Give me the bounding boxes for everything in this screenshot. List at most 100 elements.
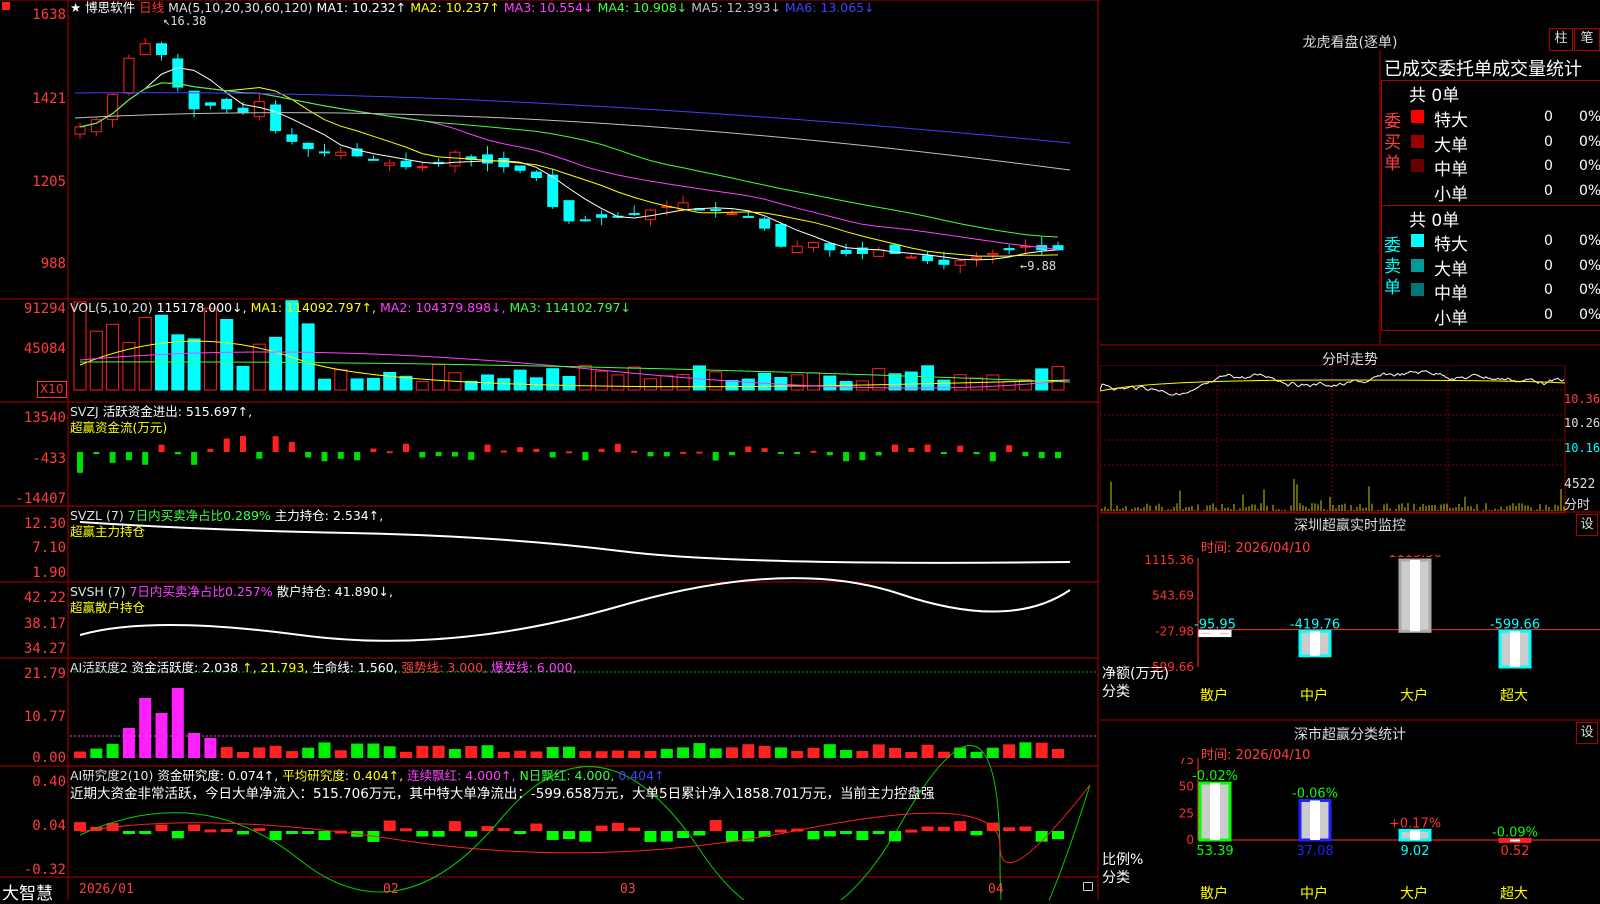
volume-bar (366, 377, 380, 391)
header-segment: SVSH (7) (70, 584, 130, 599)
ai-active-bar (1003, 744, 1016, 758)
ai-research-y-label: -0.32 (23, 862, 66, 878)
ai-active-bar (220, 747, 233, 758)
svzj-bar (875, 452, 882, 456)
ai-active-bar (416, 745, 429, 758)
volume-bar (741, 378, 755, 391)
ai-active-bar (563, 746, 575, 758)
svzj-bar (1006, 445, 1013, 452)
svzj-bars (77, 436, 1061, 473)
header-segment: SVZL (7) (70, 508, 128, 523)
svzj-bar (109, 452, 116, 463)
header-segment: 散户持仓: 41.890↓, (276, 584, 393, 599)
volume-bar (203, 307, 217, 391)
ai-active-bar (889, 748, 901, 758)
svsh-header: SVSH (7) 7日内买卖净占比0.257% 散户持仓: 41.890↓, (70, 584, 393, 600)
svzj-bar (1022, 452, 1029, 457)
svzj-bar (451, 452, 458, 457)
svzj-bar (549, 452, 556, 458)
ai-research-bar (856, 831, 869, 840)
candle-body (922, 255, 934, 262)
header-segment: 资金活跃度: 2.038 (131, 660, 243, 675)
svzj-bar (158, 444, 165, 452)
candle-body (74, 126, 86, 135)
chart-canvas[interactable] (0, 0, 1100, 900)
ai-active-bar (351, 743, 364, 758)
ai-active-bar (139, 698, 152, 758)
right-panel-frame (1100, 50, 1600, 721)
svzj-bar (761, 448, 768, 452)
header-segment: MA6: 13.065↓ (784, 0, 875, 15)
ai-active-bar (481, 745, 494, 758)
candle-body (791, 245, 803, 254)
candle-body (775, 223, 787, 247)
ai-research-bar (432, 831, 445, 837)
candle-body (628, 213, 640, 216)
ai-research-bar (318, 831, 331, 841)
volume-bar (807, 372, 820, 391)
ai-active-bar (253, 747, 266, 758)
ai-active-bar (856, 750, 869, 758)
svzj-bar (810, 450, 817, 453)
candle-body (204, 102, 216, 106)
ai-active-bar (921, 744, 934, 758)
candle-body (808, 242, 819, 248)
svzj-y-label: -433 (32, 451, 66, 467)
ai-active-y-label: 10.77 (23, 709, 66, 725)
candle-body (482, 154, 493, 164)
ai-research-bar (1003, 827, 1016, 831)
header-segment: MA3: 10.554↓ (503, 0, 598, 15)
header-segment: 主力持仓: 2.534↑, (274, 508, 384, 523)
volume-bar (334, 369, 348, 391)
svzj-bar (484, 444, 491, 452)
volume-bar (823, 375, 837, 391)
candle-body (1003, 248, 1015, 251)
svzj-bar (1055, 452, 1061, 459)
main-y-label: 1205 (32, 174, 66, 190)
ai-research-y-label: 0.04 (32, 818, 66, 834)
lock-icon[interactable] (1083, 882, 1093, 891)
ai-active-bar (155, 713, 168, 758)
candle-body (596, 214, 608, 218)
header-segment: MA(5,10,20,30,60,120) (168, 0, 317, 15)
period-label[interactable]: 日线 (139, 0, 164, 15)
ai-active-bar (1019, 742, 1032, 758)
svzj-bar (468, 452, 475, 460)
svsh-y-label: 38.17 (23, 616, 66, 632)
stock-name[interactable]: ★ 博思软件 (70, 0, 135, 15)
ai-research-bar (611, 822, 624, 831)
ai-active-bar (269, 745, 282, 758)
volume-bar (187, 338, 201, 391)
svzj-bar (614, 443, 621, 452)
ai-active-y-label: 21.79 (23, 666, 66, 682)
ai-active-bar (726, 747, 738, 758)
candle-body (954, 260, 966, 266)
ai-active-bar (1052, 748, 1064, 758)
ai-active-bar (758, 745, 771, 758)
ai-active-bar (677, 747, 690, 758)
svzj-bar (517, 447, 524, 452)
ai-research-bar (709, 820, 722, 831)
ai-active-bar (823, 744, 836, 758)
ai-active-bar (188, 733, 201, 758)
volume-bar (611, 374, 625, 391)
ai-research-bar (416, 831, 429, 837)
ai-active-bar (383, 746, 396, 758)
x-axis-label: 02 (383, 882, 399, 897)
svzj-bar (403, 443, 409, 452)
ai-active-bar (611, 750, 624, 758)
candle-body (514, 165, 526, 171)
header-segment: MA4: 10.908↓ (597, 0, 692, 15)
svzj-bar (223, 438, 230, 452)
ai-active-bar (872, 744, 885, 758)
volume-bar (595, 370, 609, 391)
volume-bar (318, 378, 331, 391)
volume-bar (644, 378, 657, 391)
svzj-bar (240, 436, 246, 452)
ai-research-bar (937, 826, 950, 831)
ai-research-bar (74, 822, 86, 831)
svzl-header: SVZL (7) 7日内买卖净占比0.289% 主力持仓: 2.534↑, (70, 508, 383, 524)
svzj-bar (1038, 452, 1045, 459)
ma-values: MA(5,10,20,30,60,120) MA1: 10.232↑ MA2: … (168, 0, 874, 15)
ai-active-bar (905, 751, 918, 758)
